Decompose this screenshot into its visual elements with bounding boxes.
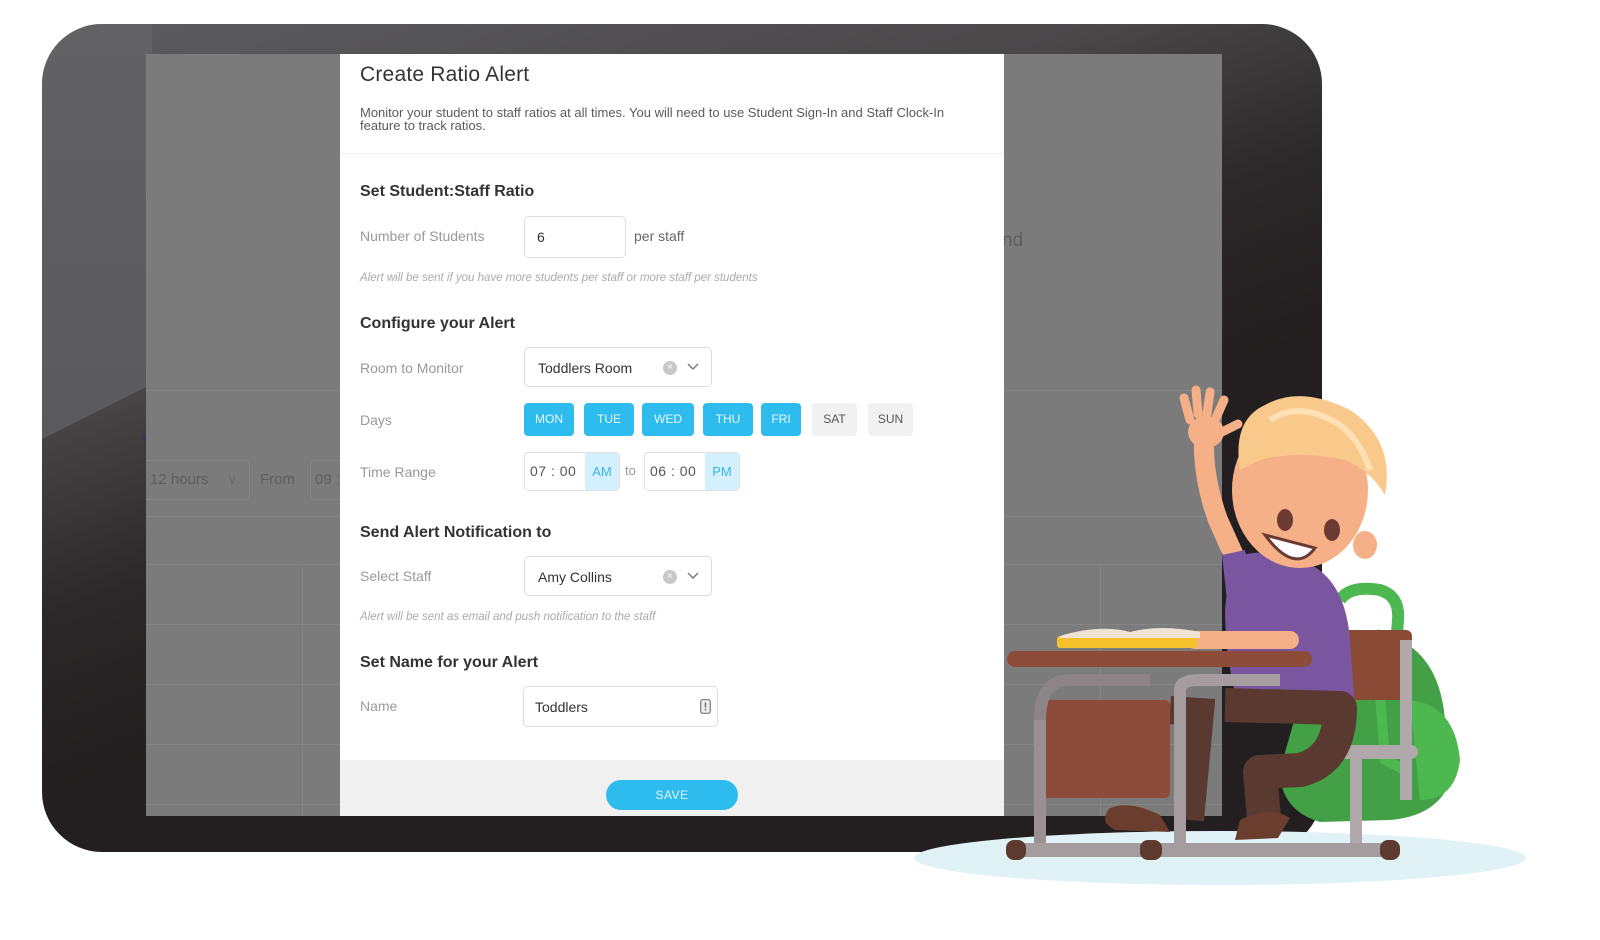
modal-footer: SAVE <box>340 760 1004 816</box>
alert-name-input[interactable]: Toddlers <box>523 686 718 727</box>
day-toggle-thu[interactable]: THU <box>703 403 753 436</box>
start-ampm-toggle[interactable]: AM <box>585 453 619 490</box>
days-label: Days <box>360 412 392 428</box>
end-ampm-toggle[interactable]: PM <box>705 453 739 490</box>
staff-label: Select Staff <box>360 568 432 584</box>
room-label: Room to Monitor <box>360 360 464 376</box>
modal-description: Monitor your student to staff ratios at … <box>360 105 945 133</box>
chevron-down-icon: ∨ <box>227 472 237 487</box>
ratio-hint: Alert will be sent if you have more stud… <box>360 272 758 284</box>
close-icon[interactable]: ⌃ <box>975 54 992 64</box>
day-toggle-wed[interactable]: WED <box>642 403 694 436</box>
start-time-value: 07 : 00 <box>530 463 577 479</box>
students-input[interactable] <box>524 216 626 258</box>
alert-name-value: Toddlers <box>535 699 588 715</box>
chair-icon <box>1308 630 1418 845</box>
day-toggle-sat[interactable]: SAT <box>812 403 857 436</box>
per-staff-label: per staff <box>634 228 685 244</box>
notify-section-title: Send Alert Notification to <box>360 524 552 541</box>
chevron-down-icon[interactable] <box>687 363 699 371</box>
end-time-value: 06 : 00 <box>650 463 697 479</box>
create-ratio-alert-modal: ⌃ Create Ratio Alert Monitor your studen… <box>340 54 1004 816</box>
time-range-label: Time Range <box>360 464 436 480</box>
day-toggle-sun[interactable]: SUN <box>868 403 913 436</box>
room-select[interactable]: Toddlers Room × <box>524 347 712 387</box>
day-toggle-mon[interactable]: MON <box>524 403 574 436</box>
configure-section-title: Configure your Alert <box>360 315 515 332</box>
staff-select[interactable]: Amy Collins × <box>524 556 712 596</box>
start-time-input[interactable]: 07 : 00 AM <box>524 452 620 491</box>
room-select-value: Toddlers Room <box>538 360 633 376</box>
password-manager-icon[interactable] <box>700 699 711 714</box>
tablet-screen: 12 hours ∨ From 09 : nd ⌃ Create Ratio A… <box>146 54 1222 816</box>
background-duration-select: 12 hours ∨ <box>146 460 250 500</box>
save-button[interactable]: SAVE <box>606 780 738 810</box>
background-from-label: From <box>260 471 295 488</box>
ratio-section-title: Set Student:Staff Ratio <box>360 183 535 200</box>
end-time-input[interactable]: 06 : 00 PM <box>644 452 740 491</box>
students-label: Number of Students <box>360 228 485 244</box>
chevron-down-icon[interactable] <box>687 572 699 580</box>
tablet-gloss <box>42 24 152 439</box>
background-duration-value: 12 hours <box>150 471 209 488</box>
day-toggle-tue[interactable]: TUE <box>584 403 634 436</box>
clear-icon[interactable]: × <box>663 361 677 375</box>
notify-hint: Alert will be sent as email and push not… <box>360 611 656 623</box>
modal-header: Create Ratio Alert Monitor your student … <box>340 54 1004 154</box>
background-column-line <box>1100 564 1101 816</box>
clear-icon[interactable]: × <box>663 570 677 584</box>
name-section-title: Set Name for your Alert <box>360 654 539 671</box>
staff-select-value: Amy Collins <box>538 569 612 585</box>
day-toggle-fri[interactable]: FRI <box>761 403 801 436</box>
modal-title: Create Ratio Alert <box>360 63 530 86</box>
tablet-side-button <box>1300 416 1324 476</box>
background-column-line <box>302 564 303 816</box>
time-to-label: to <box>625 463 636 478</box>
name-label: Name <box>360 698 398 714</box>
background-partial-text: nd <box>1002 230 1024 251</box>
